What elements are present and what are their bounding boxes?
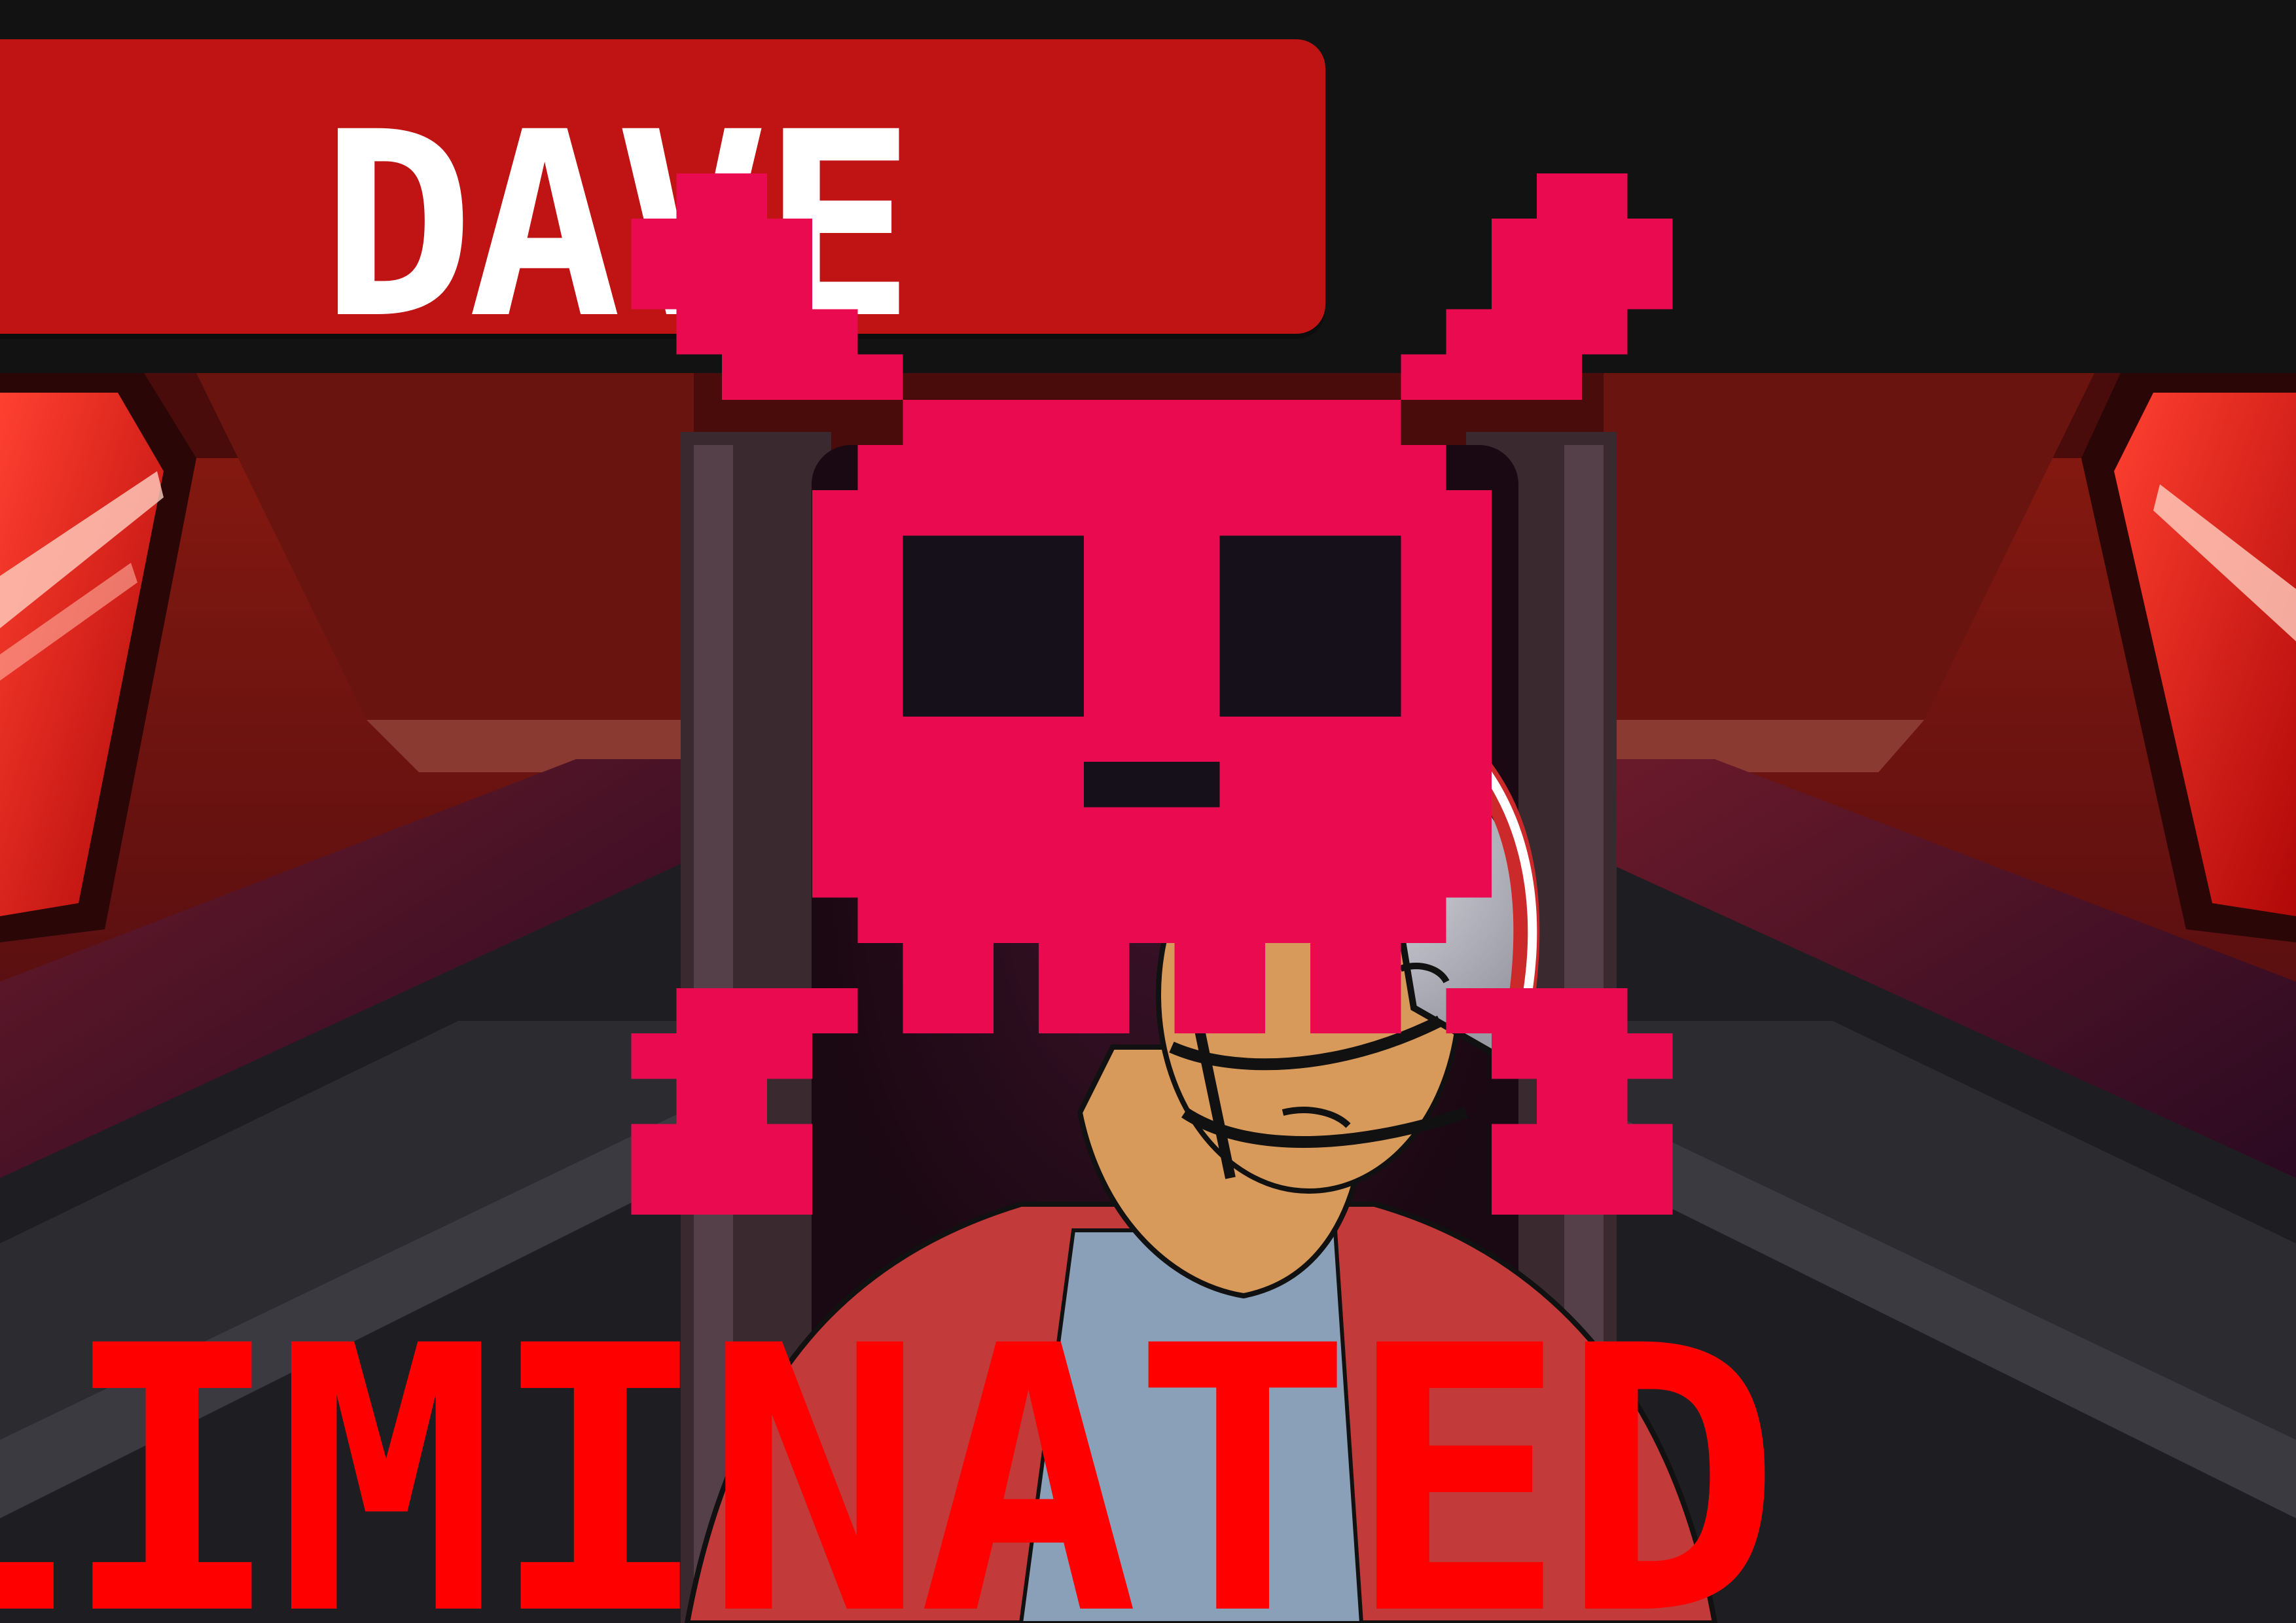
skull-crossbones-icon <box>631 173 1673 1215</box>
eliminated-status-text: ELIMINATED <box>0 1269 1781 1623</box>
elimination-screen: DAVE IMINATED <box>0 0 2296 1623</box>
